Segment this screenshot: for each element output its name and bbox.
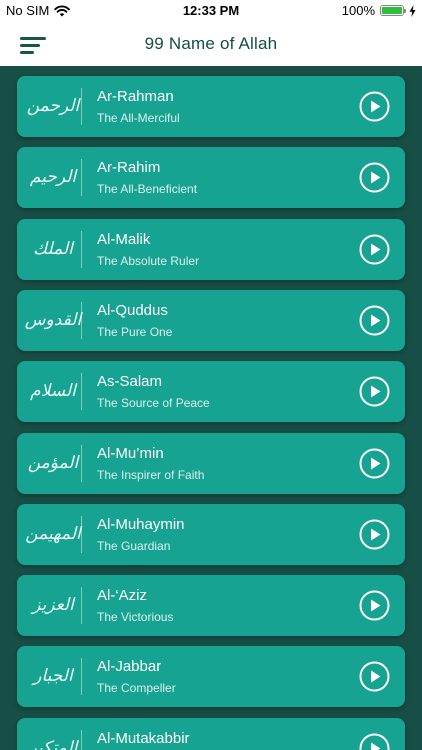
play-icon[interactable] — [359, 448, 390, 479]
play-icon[interactable] — [359, 590, 390, 621]
name-title: Al-Quddus — [97, 301, 168, 319]
card-divider — [81, 373, 82, 411]
play-icon[interactable] — [359, 234, 390, 265]
name-meaning: The Victorious — [97, 610, 174, 625]
name-meaning: The Pure One — [97, 324, 173, 339]
play-icon[interactable] — [359, 305, 390, 336]
name-title: As-Salam — [97, 373, 163, 391]
arabic-calligraphy: السلام — [30, 381, 76, 402]
name-title: Ar-Rahman — [97, 88, 174, 105]
name-meaning: The Compeller — [97, 681, 176, 696]
name-meaning: The Absolute Ruler — [97, 253, 200, 268]
play-icon[interactable] — [359, 91, 390, 122]
names-list[interactable]: الرحمن Ar-Rahman The All-Merciful الرحيم Ar-… — [0, 66, 422, 750]
card-divider — [81, 658, 82, 696]
charging-icon — [409, 4, 416, 17]
battery-icon — [380, 5, 406, 16]
arabic-calligraphy: الرحمن — [26, 96, 80, 116]
card-divider — [81, 301, 82, 339]
card-divider — [81, 515, 82, 553]
name-title: Al-Malik — [97, 230, 151, 248]
battery-tip — [404, 9, 406, 13]
arabic-calligraphy: القدوس — [24, 309, 82, 330]
card-divider — [81, 230, 82, 268]
name-title: Al-Mutakabbir — [97, 729, 190, 747]
name-card[interactable]: القدوس Al-Quddus The Pure One — [17, 289, 405, 351]
name-meaning: The Inspirer of Faith — [97, 467, 205, 482]
name-title: Ar-Rahim — [97, 159, 161, 177]
name-meaning: The All-Merciful — [97, 111, 180, 125]
name-title: Al-Jabbar — [97, 658, 162, 676]
name-title: Al-Mu’min — [97, 444, 164, 462]
battery-fill — [382, 7, 402, 14]
name-meaning: The Source of Peace — [97, 396, 210, 411]
name-card[interactable]: الجبار Al-Jabbar The Compeller — [17, 646, 405, 708]
name-card[interactable]: السلام As-Salam The Source of Peace — [17, 361, 405, 423]
card-divider — [81, 159, 82, 197]
name-card[interactable]: الرحيم Ar-Rahim The All-Beneficient — [17, 147, 405, 209]
play-icon[interactable] — [359, 661, 390, 692]
card-divider — [81, 88, 82, 125]
battery-percent: 100% — [341, 3, 375, 18]
card-divider — [81, 444, 82, 482]
arabic-calligraphy: الملك — [33, 238, 73, 259]
name-title: Al-Muhaymin — [97, 515, 185, 533]
name-card[interactable]: المتكبر Al-Mutakabbir — [17, 717, 405, 750]
play-icon[interactable] — [359, 162, 390, 193]
name-meaning: The All-Beneficient — [97, 182, 198, 197]
card-divider — [81, 587, 82, 625]
arabic-calligraphy: الرحيم — [29, 167, 77, 188]
name-meaning: The Guardian — [97, 538, 171, 553]
app-header: 99 Name of Allah — [0, 22, 422, 66]
name-card[interactable]: الرحمن Ar-Rahman The All-Merciful — [17, 76, 405, 137]
name-card[interactable]: الملك Al-Malik The Absolute Ruler — [17, 218, 405, 280]
arabic-calligraphy: الجبار — [33, 666, 73, 687]
card-divider — [81, 729, 82, 750]
play-icon[interactable] — [359, 733, 390, 750]
arabic-calligraphy: المتكبر — [28, 737, 78, 750]
status-bar: No SIM 12:33 PM 100% — [0, 0, 422, 22]
name-card[interactable]: المهيمن Al-Muhaymin The Guardian — [17, 503, 405, 565]
arabic-calligraphy: العزيز — [32, 595, 74, 616]
play-icon[interactable] — [359, 376, 390, 407]
arabic-calligraphy: المؤمن — [27, 452, 79, 473]
page-title: 99 Name of Allah — [144, 34, 278, 53]
play-icon[interactable] — [359, 519, 390, 550]
name-card[interactable]: العزيز Al-‘Aziz The Victorious — [17, 575, 405, 637]
name-title: Al-‘Aziz — [97, 587, 148, 605]
name-card[interactable]: المؤمن Al-Mu’min The Inspirer of Faith — [17, 432, 405, 494]
status-right: 100% — [342, 3, 416, 18]
arabic-calligraphy: المهيمن — [25, 523, 81, 544]
